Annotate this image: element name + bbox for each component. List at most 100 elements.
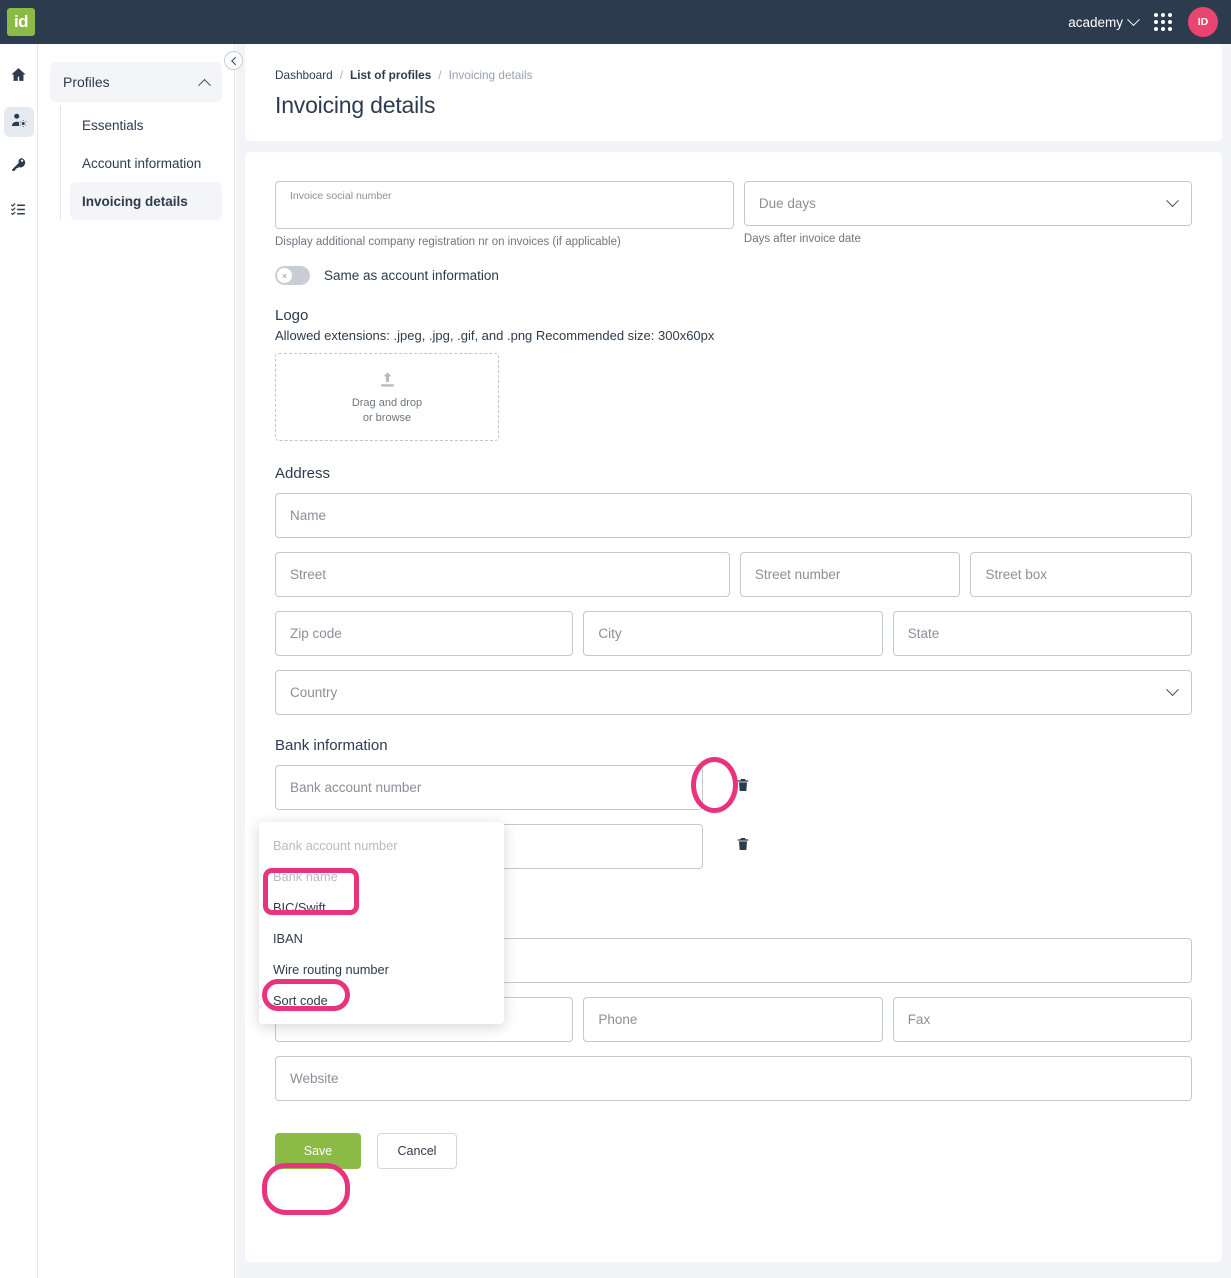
- invoice-social-number-input[interactable]: Invoice social number: [275, 181, 734, 229]
- chevron-down-icon: [1127, 13, 1140, 26]
- menu-item-label: IBAN: [273, 931, 303, 946]
- bank-account-number-input[interactable]: Bank account number: [275, 765, 703, 810]
- zip-code-input[interactable]: Zip code: [275, 611, 573, 656]
- sidebar-children: Essentials Account information Invoicing…: [60, 106, 222, 220]
- home-icon: [10, 66, 27, 88]
- top-bar: id academy ID: [0, 0, 1231, 44]
- content-area: Dashboard / List of profiles / Invoicing…: [236, 44, 1231, 1278]
- form-actions: Save Cancel: [275, 1133, 1192, 1169]
- sidebar-item-essentials[interactable]: Essentials: [70, 106, 222, 144]
- field-state: State: [893, 611, 1192, 656]
- same-as-account-label: Same as account information: [324, 268, 499, 283]
- tenant-label: academy: [1068, 15, 1123, 30]
- street-number-placeholder: Street number: [755, 567, 841, 582]
- logo-dropzone[interactable]: Drag and drop or browse: [275, 353, 499, 441]
- menu-item-sort-code[interactable]: Sort code: [259, 985, 504, 1016]
- row-website: Website: [275, 1056, 1192, 1101]
- menu-item-bank-account-number: Bank account number: [259, 830, 504, 861]
- sidebar-collapse-button[interactable]: [224, 51, 243, 70]
- street-box-placeholder: Street box: [985, 567, 1047, 582]
- avatar[interactable]: ID: [1188, 7, 1218, 37]
- address-title: Address: [275, 465, 1192, 482]
- apps-grid-icon[interactable]: [1154, 13, 1172, 31]
- delete-bank-name-button[interactable]: [725, 829, 761, 865]
- row-invoice-basics: Invoice social number Display additional…: [275, 181, 1192, 248]
- name-placeholder: Name: [290, 508, 326, 523]
- state-input[interactable]: State: [893, 611, 1192, 656]
- sidebar-item-invoicing-details[interactable]: Invoicing details: [70, 182, 222, 220]
- menu-item-label: BIC/Swift: [273, 900, 326, 915]
- rail-item-credentials[interactable]: [4, 152, 34, 182]
- menu-item-wire-routing-number[interactable]: Wire routing number: [259, 954, 504, 985]
- tenant-switcher[interactable]: academy: [1068, 15, 1138, 30]
- website-input[interactable]: Website: [275, 1056, 1192, 1101]
- logo-title: Logo: [275, 307, 1192, 324]
- fax-input[interactable]: Fax: [893, 997, 1192, 1042]
- fax-placeholder: Fax: [908, 1012, 931, 1027]
- breadcrumb: Dashboard / List of profiles / Invoicing…: [275, 68, 1192, 82]
- city-input[interactable]: City: [583, 611, 882, 656]
- country-select[interactable]: Country: [275, 670, 1192, 715]
- breadcrumb-item-dashboard[interactable]: Dashboard: [275, 68, 333, 82]
- add-field-menu: Bank account number Bank name BIC/Swift …: [259, 822, 504, 1024]
- row-address-street: Street Street number Street box: [275, 552, 1192, 597]
- field-phone: Phone: [583, 997, 882, 1042]
- breadcrumb-item-current: Invoicing details: [449, 68, 533, 82]
- field-due-days: Due days Days after invoice date: [744, 181, 1192, 248]
- bank-row: Bank account number: [275, 765, 1192, 810]
- app-logo[interactable]: id: [7, 8, 35, 36]
- save-button[interactable]: Save: [275, 1133, 361, 1169]
- rail-item-home[interactable]: [4, 62, 34, 92]
- nav-sidebar: Profiles Essentials Account information …: [38, 44, 235, 1278]
- same-as-account-row: × Same as account information: [275, 266, 1192, 285]
- delete-bank-account-number-button[interactable]: [725, 770, 761, 806]
- cancel-button[interactable]: Cancel: [377, 1133, 457, 1169]
- breadcrumb-separator: /: [340, 68, 343, 82]
- due-days-helper: Days after invoice date: [744, 233, 1192, 245]
- field-invoice-social-number: Invoice social number Display additional…: [275, 181, 734, 248]
- country-value: Country: [290, 685, 337, 700]
- menu-item-bic-swift[interactable]: BIC/Swift: [259, 892, 504, 923]
- trash-icon: [735, 776, 751, 799]
- name-input[interactable]: Name: [275, 493, 1192, 538]
- field-street: Street: [275, 552, 730, 597]
- field-website: Website: [275, 1056, 1192, 1101]
- rail-item-profiles[interactable]: [4, 107, 34, 137]
- street-number-input[interactable]: Street number: [740, 552, 961, 597]
- rail-item-tasks[interactable]: [4, 197, 34, 227]
- toggle-knob: ×: [277, 268, 292, 283]
- breadcrumb-item-list-of-profiles[interactable]: List of profiles: [350, 68, 431, 82]
- website-placeholder: Website: [290, 1071, 339, 1086]
- phone-input[interactable]: Phone: [583, 997, 882, 1042]
- street-input[interactable]: Street: [275, 552, 730, 597]
- chevron-down-icon: [1166, 194, 1179, 207]
- menu-item-iban[interactable]: IBAN: [259, 923, 504, 954]
- upload-icon: [378, 370, 397, 394]
- sidebar-item-account-information[interactable]: Account information: [70, 144, 222, 182]
- field-name: Name: [275, 493, 1192, 538]
- checklist-icon: [10, 201, 27, 223]
- chevron-down-icon: [1166, 683, 1179, 696]
- field-country: Country: [275, 670, 1192, 715]
- same-as-account-toggle[interactable]: ×: [275, 266, 310, 285]
- due-days-select[interactable]: Due days: [744, 181, 1192, 226]
- street-box-input[interactable]: Street box: [970, 552, 1192, 597]
- top-bar-right: academy ID: [1068, 7, 1231, 37]
- menu-item-label: Bank account number: [273, 838, 398, 853]
- city-placeholder: City: [598, 626, 621, 641]
- sidebar-item-label: Invoicing details: [82, 194, 188, 209]
- sidebar-item-label: Essentials: [82, 118, 144, 133]
- breadcrumb-separator: /: [438, 68, 441, 82]
- user-settings-icon: [10, 111, 28, 134]
- sidebar-group-profiles[interactable]: Profiles: [50, 62, 222, 102]
- row-address-city: Zip code City State: [275, 611, 1192, 656]
- logo-section: Logo Allowed extensions: .jpeg, .jpg, .g…: [275, 307, 1192, 441]
- key-icon: [10, 156, 27, 178]
- field-city: City: [583, 611, 882, 656]
- page-header-card: Dashboard / List of profiles / Invoicing…: [245, 44, 1222, 141]
- zip-code-placeholder: Zip code: [290, 626, 342, 641]
- field-zip-code: Zip code: [275, 611, 573, 656]
- logo-subtitle: Allowed extensions: .jpeg, .jpg, .gif, a…: [275, 328, 1192, 343]
- sidebar-item-label: Account information: [82, 156, 201, 171]
- state-placeholder: State: [908, 626, 940, 641]
